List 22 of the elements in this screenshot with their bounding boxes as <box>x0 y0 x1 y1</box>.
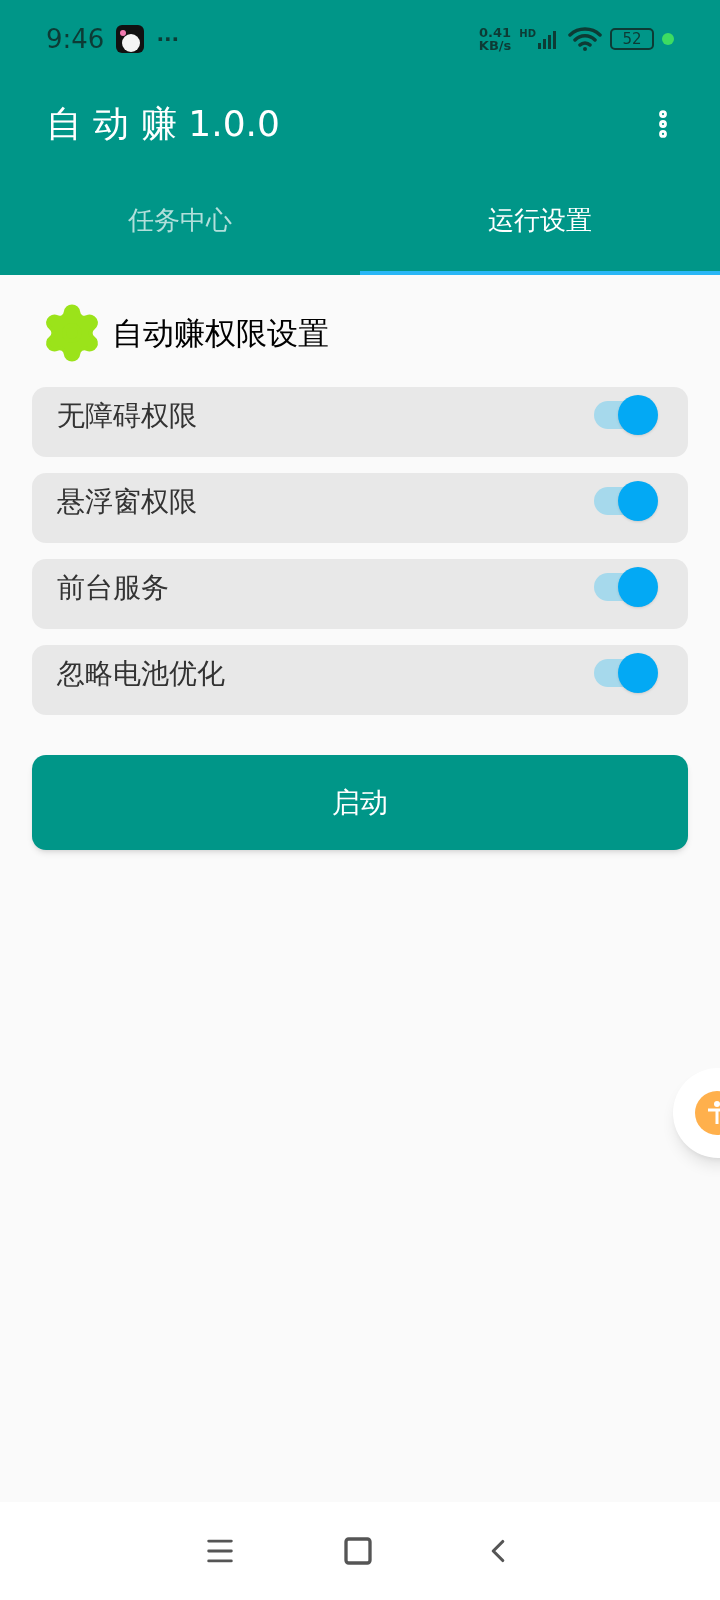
more-notifications: ··· <box>156 26 180 53</box>
permission-label: 忽略电池优化 <box>57 656 225 692</box>
status-time: 9:46 <box>46 22 105 56</box>
network-speed: 0.41 KB/s <box>478 26 512 52</box>
home-icon[interactable] <box>342 1535 374 1567</box>
tab[interactable]: 运行设置 <box>360 170 720 275</box>
start-button[interactable]: 启动 <box>32 755 688 850</box>
permission-label: 无障碍权限 <box>57 398 197 434</box>
tab[interactable]: 任务中心 <box>0 170 360 275</box>
app-notification-icon <box>116 25 145 53</box>
battery-indicator: 52 <box>610 28 654 50</box>
toggle-switch[interactable] <box>594 395 658 435</box>
permission-label: 悬浮窗权限 <box>57 484 197 520</box>
status-dot-icon <box>662 33 674 45</box>
toggle-switch[interactable] <box>594 653 658 693</box>
toggle-switch[interactable] <box>594 481 658 521</box>
toggle-switch[interactable] <box>594 567 658 607</box>
wifi-icon <box>568 27 602 51</box>
permission-label: 前台服务 <box>57 570 169 606</box>
section-title: 自动赚权限设置 <box>112 313 329 353</box>
network-label: HD <box>519 29 536 39</box>
app-title: 自 动 赚 1.0.0 <box>46 102 280 146</box>
